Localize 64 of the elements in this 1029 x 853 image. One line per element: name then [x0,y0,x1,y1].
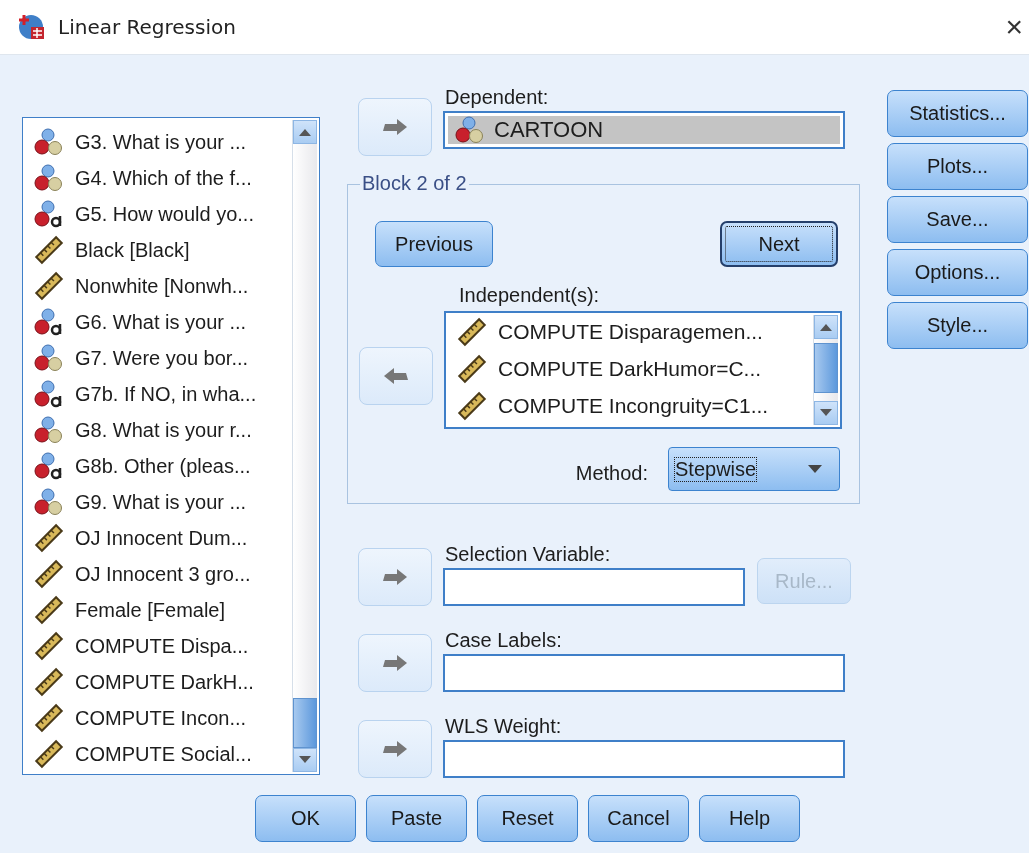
move-button[interactable] [358,720,432,778]
dialog-button[interactable]: Plots... [887,143,1028,190]
variable-item[interactable]: COMPUTE Incon... [23,700,292,736]
move-button[interactable] [358,634,432,692]
variable-list[interactable] [22,117,320,775]
variable-item[interactable]: G8b. Other (pleas... [23,448,292,484]
variable-item[interactable]: Black [Black] [23,232,292,268]
dialog-button[interactable]: Paste [366,795,467,842]
input-field[interactable] [443,654,845,692]
dialog-button[interactable]: Style... [887,302,1028,349]
dialog-button[interactable]: Statistics... [887,90,1028,137]
scroll-up-icon[interactable] [298,127,312,137]
variable-item[interactable]: G5. How would yo... [23,196,292,232]
variable-item[interactable]: OJ Innocent 3 gro... [23,556,292,592]
input-field[interactable] [443,740,845,778]
scroll-up-icon[interactable] [819,322,833,332]
app-icon [16,12,46,42]
variable-item[interactable]: G7. Were you bor... [23,340,292,376]
scroll-down-icon[interactable] [819,408,833,418]
variable-item[interactable]: COMPUTE DarkHumor=C... [446,350,811,387]
dialog-button[interactable]: Previous [375,221,493,267]
variable-item[interactable]: OJ Innocent Dum... [23,520,292,556]
move-button[interactable] [358,548,432,606]
dialog-button[interactable]: Save... [887,196,1028,243]
field-label: Independent(s): [458,283,601,308]
dialog-button[interactable]: OK [255,795,356,842]
independent-list[interactable]: COMPUTE Disparagemen... COMPUTE DarkHumor=C... COMPUTE Incongruity=C1... [444,311,842,429]
scroll-down-icon[interactable] [298,755,312,765]
caret-icon [807,464,823,474]
variable-item[interactable]: G3. What is your ... [23,124,292,160]
dialog-button[interactable]: Next [720,221,838,267]
variable-item[interactable]: G4. Which of the f... [23,160,292,196]
input-field[interactable] [443,568,745,606]
scrollbar[interactable] [813,315,838,425]
window-title: Linear Regression [58,15,237,39]
variable-item[interactable]: COMPUTE Dispa... [23,628,292,664]
method-dropdown[interactable]: Stepwise [668,447,840,491]
variable-item[interactable]: G7b. If NO, in wha... [23,376,292,412]
variable-item[interactable]: Female [Female] [23,592,292,628]
variable-item[interactable]: G9. What is your ... [23,484,292,520]
variable-item[interactable]: G8. What is your r... [23,412,292,448]
close-button[interactable]: × [1005,10,1023,44]
dialog-button[interactable]: Help [699,795,800,842]
move-button[interactable] [359,347,433,405]
field-label: Selection Variable: [444,542,612,567]
scroll-thumb[interactable] [814,343,838,393]
variable-item[interactable]: COMPUTE Social... [23,736,292,772]
dialog-button[interactable]: Cancel [588,795,689,842]
field-label: Method: [575,461,648,485]
variable-item: CARTOON [494,117,604,143]
dependent-field[interactable]: CARTOON [443,111,845,149]
variable-item[interactable]: COMPUTE Disparagemen... [446,313,811,350]
variable-item[interactable]: Nonwhite [Nonwh... [23,268,292,304]
field-label: Dependent: [444,85,550,110]
move-button[interactable] [358,98,432,156]
dialog-button[interactable]: Reset [477,795,578,842]
dialog-button[interactable]: Options... [887,249,1028,296]
variable-item[interactable]: COMPUTE Incongruity=C1... [446,387,811,424]
variable-item[interactable]: G6. What is your ... [23,304,292,340]
variable-item[interactable]: COMPUTE DarkH... [23,664,292,700]
scroll-thumb[interactable] [293,698,317,748]
field-label: WLS Weight: [444,714,563,739]
field-label: Case Labels: [444,628,563,653]
scrollbar[interactable] [292,120,317,772]
